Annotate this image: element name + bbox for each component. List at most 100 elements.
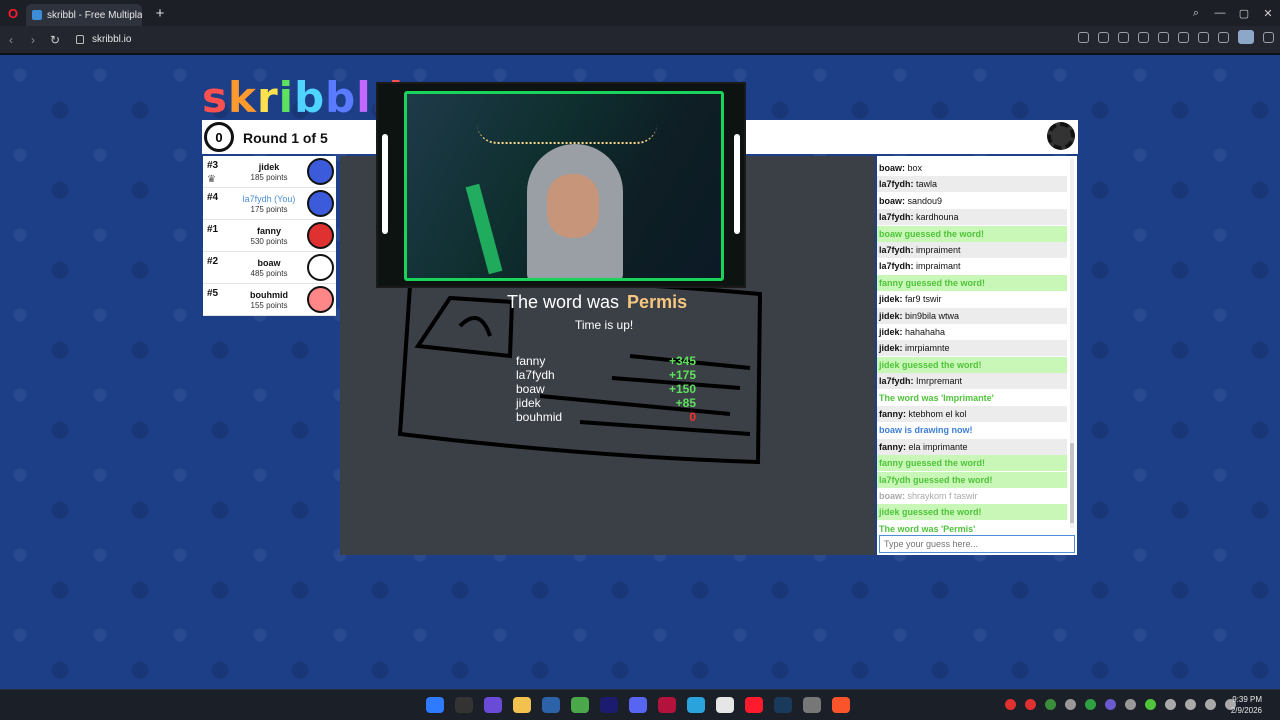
- player-row[interactable]: #5 bouhmid 155 points: [203, 284, 336, 316]
- tray-nvidia-icon[interactable]: [1085, 699, 1096, 710]
- tray-wifi-icon[interactable]: [1205, 699, 1216, 710]
- extension-icon[interactable]: [1138, 32, 1149, 43]
- back-icon[interactable]: ‹: [0, 33, 22, 47]
- player-row[interactable]: #4 la7fydh (You) 175 points: [203, 188, 336, 220]
- play-icon[interactable]: [1158, 32, 1169, 43]
- reload-icon[interactable]: ↻: [44, 33, 66, 47]
- browser-tab[interactable]: skribbl - Free Multiplayer ✕: [26, 4, 142, 26]
- chat-text: kardhouna: [913, 212, 959, 223]
- score-row: bouhmid 0: [516, 410, 696, 424]
- chat-message: la7fydh: impraimant: [877, 258, 1067, 274]
- chat-text: sandou9: [905, 195, 943, 206]
- gear-icon[interactable]: [1047, 122, 1075, 150]
- tray-security-icon[interactable]: [1145, 699, 1156, 710]
- chat-text: The word was 'Permis': [879, 523, 976, 534]
- minimize-button[interactable]: —: [1208, 7, 1232, 19]
- revealed-word: Permis: [627, 292, 688, 312]
- settings-icon[interactable]: [803, 697, 821, 713]
- chat-message: boaw: shraykom f taswir: [877, 488, 1067, 504]
- camera-icon[interactable]: [1098, 32, 1109, 43]
- brave-icon[interactable]: [832, 697, 850, 713]
- app-icon[interactable]: [484, 697, 502, 713]
- url-field[interactable]: skribbl.io: [76, 34, 131, 45]
- obs-icon[interactable]: [716, 697, 734, 713]
- chat-username: boaw:: [879, 491, 905, 501]
- score-row: la7fydh +175: [516, 368, 696, 382]
- system-clock[interactable]: 9:39 PM 2/9/2026: [1231, 694, 1262, 716]
- round-indicator: Round 1 of 5: [243, 130, 328, 146]
- forward-icon[interactable]: ›: [22, 33, 44, 47]
- skribbl-page: skribbl.i 0 Round 1 of 5 #3 ♛ jidek 185 …: [0, 55, 1280, 689]
- tray-mic-icon[interactable]: [1185, 699, 1196, 710]
- chat-message: jidek guessed the word!: [877, 356, 1067, 373]
- player-rank: #5: [207, 288, 219, 299]
- premiere-icon[interactable]: [600, 697, 618, 713]
- address-bar: ‹ › ↻ skribbl.io: [0, 26, 1280, 54]
- chat-panel: boaw: box la7fydh: tawla boaw: sandou9 la7f…: [877, 156, 1077, 555]
- chat-text: fanny guessed the word!: [879, 458, 986, 469]
- discord-icon[interactable]: [629, 697, 647, 713]
- score-delta: +85: [675, 396, 696, 410]
- tray-discord-icon[interactable]: [1105, 699, 1116, 710]
- green-light: [465, 183, 503, 275]
- tray-record-icon[interactable]: [1005, 699, 1016, 710]
- tray-shield-icon[interactable]: [1065, 699, 1076, 710]
- chat-username: la7fydh:: [879, 245, 914, 255]
- shield-icon[interactable]: [1118, 32, 1129, 43]
- chat-username: jidek:: [879, 327, 903, 337]
- player-row[interactable]: #1 fanny 530 points: [203, 220, 336, 252]
- new-tab-button[interactable]: +: [150, 3, 170, 23]
- edit-icon[interactable]: [1078, 32, 1089, 43]
- maximize-button[interactable]: ▢: [1232, 7, 1256, 20]
- xbox-icon[interactable]: [571, 697, 589, 713]
- file-explorer-icon[interactable]: [513, 697, 531, 713]
- tab-title: skribbl - Free Multiplayer: [47, 9, 142, 21]
- clock-time: 9:39 PM: [1232, 695, 1262, 704]
- profile-avatar[interactable]: [1238, 30, 1254, 44]
- search-tabs-icon[interactable]: ⌕: [1184, 7, 1208, 20]
- chat-scrollbar[interactable]: [1069, 158, 1075, 528]
- skribbl-logo: skribbl.i: [202, 73, 403, 122]
- download-icon[interactable]: [1198, 32, 1209, 43]
- chat-text: jidek guessed the word!: [879, 507, 982, 518]
- tray-network-icon[interactable]: [1165, 699, 1176, 710]
- close-window-button[interactable]: ✕: [1256, 7, 1280, 20]
- chat-text: impraiment: [913, 245, 961, 255]
- chat-message: la7fydh: kardhouna: [877, 209, 1067, 226]
- heart-icon[interactable]: [1178, 32, 1189, 43]
- chat-text: shraykom f taswir: [905, 491, 978, 501]
- chat-text: tawla: [913, 179, 938, 190]
- guess-input[interactable]: [879, 535, 1075, 553]
- tray-app-icon[interactable]: [1045, 699, 1056, 710]
- telegram-icon[interactable]: [687, 697, 705, 713]
- sidebar-icon[interactable]: [1263, 32, 1274, 43]
- editor-icon[interactable]: [542, 697, 560, 713]
- epic-games-icon[interactable]: [455, 697, 473, 713]
- player-row[interactable]: #3 ♛ jidek 185 points: [203, 156, 336, 188]
- chat-text: boaw is drawing now!: [879, 425, 973, 436]
- chat-username: boaw:: [879, 163, 905, 173]
- steam-icon[interactable]: [774, 697, 792, 713]
- app-icon-red[interactable]: [658, 697, 676, 713]
- tray-gear-icon[interactable]: [1125, 699, 1136, 710]
- avatar: [307, 158, 334, 185]
- fairy-lights: [477, 124, 657, 144]
- chat-text: hahahaha: [902, 327, 946, 337]
- chat-message: jidek: imrpiamnte: [877, 340, 1067, 357]
- chat-message: boaw: box: [877, 160, 1067, 176]
- tray-block-icon[interactable]: [1025, 699, 1036, 710]
- player-name: la7fydh (You): [242, 194, 296, 204]
- chat-username: boaw:: [879, 195, 905, 206]
- overlay-bracket-right: [734, 134, 740, 234]
- chat-message: jidek: hahahaha: [877, 324, 1067, 340]
- chat-message: la7fydh guessed the word!: [877, 471, 1067, 488]
- chat-message: boaw is drawing now!: [877, 422, 1067, 438]
- player-row[interactable]: #2 boaw 485 points: [203, 252, 336, 284]
- opera-icon[interactable]: [745, 697, 763, 713]
- menu-icon[interactable]: [1218, 32, 1229, 43]
- streamer-face: [547, 174, 599, 238]
- system-tray: [1005, 699, 1236, 710]
- opera-menu-icon[interactable]: O: [0, 0, 26, 26]
- start-icon[interactable]: [426, 697, 444, 713]
- chat-username: la7fydh:: [879, 376, 914, 387]
